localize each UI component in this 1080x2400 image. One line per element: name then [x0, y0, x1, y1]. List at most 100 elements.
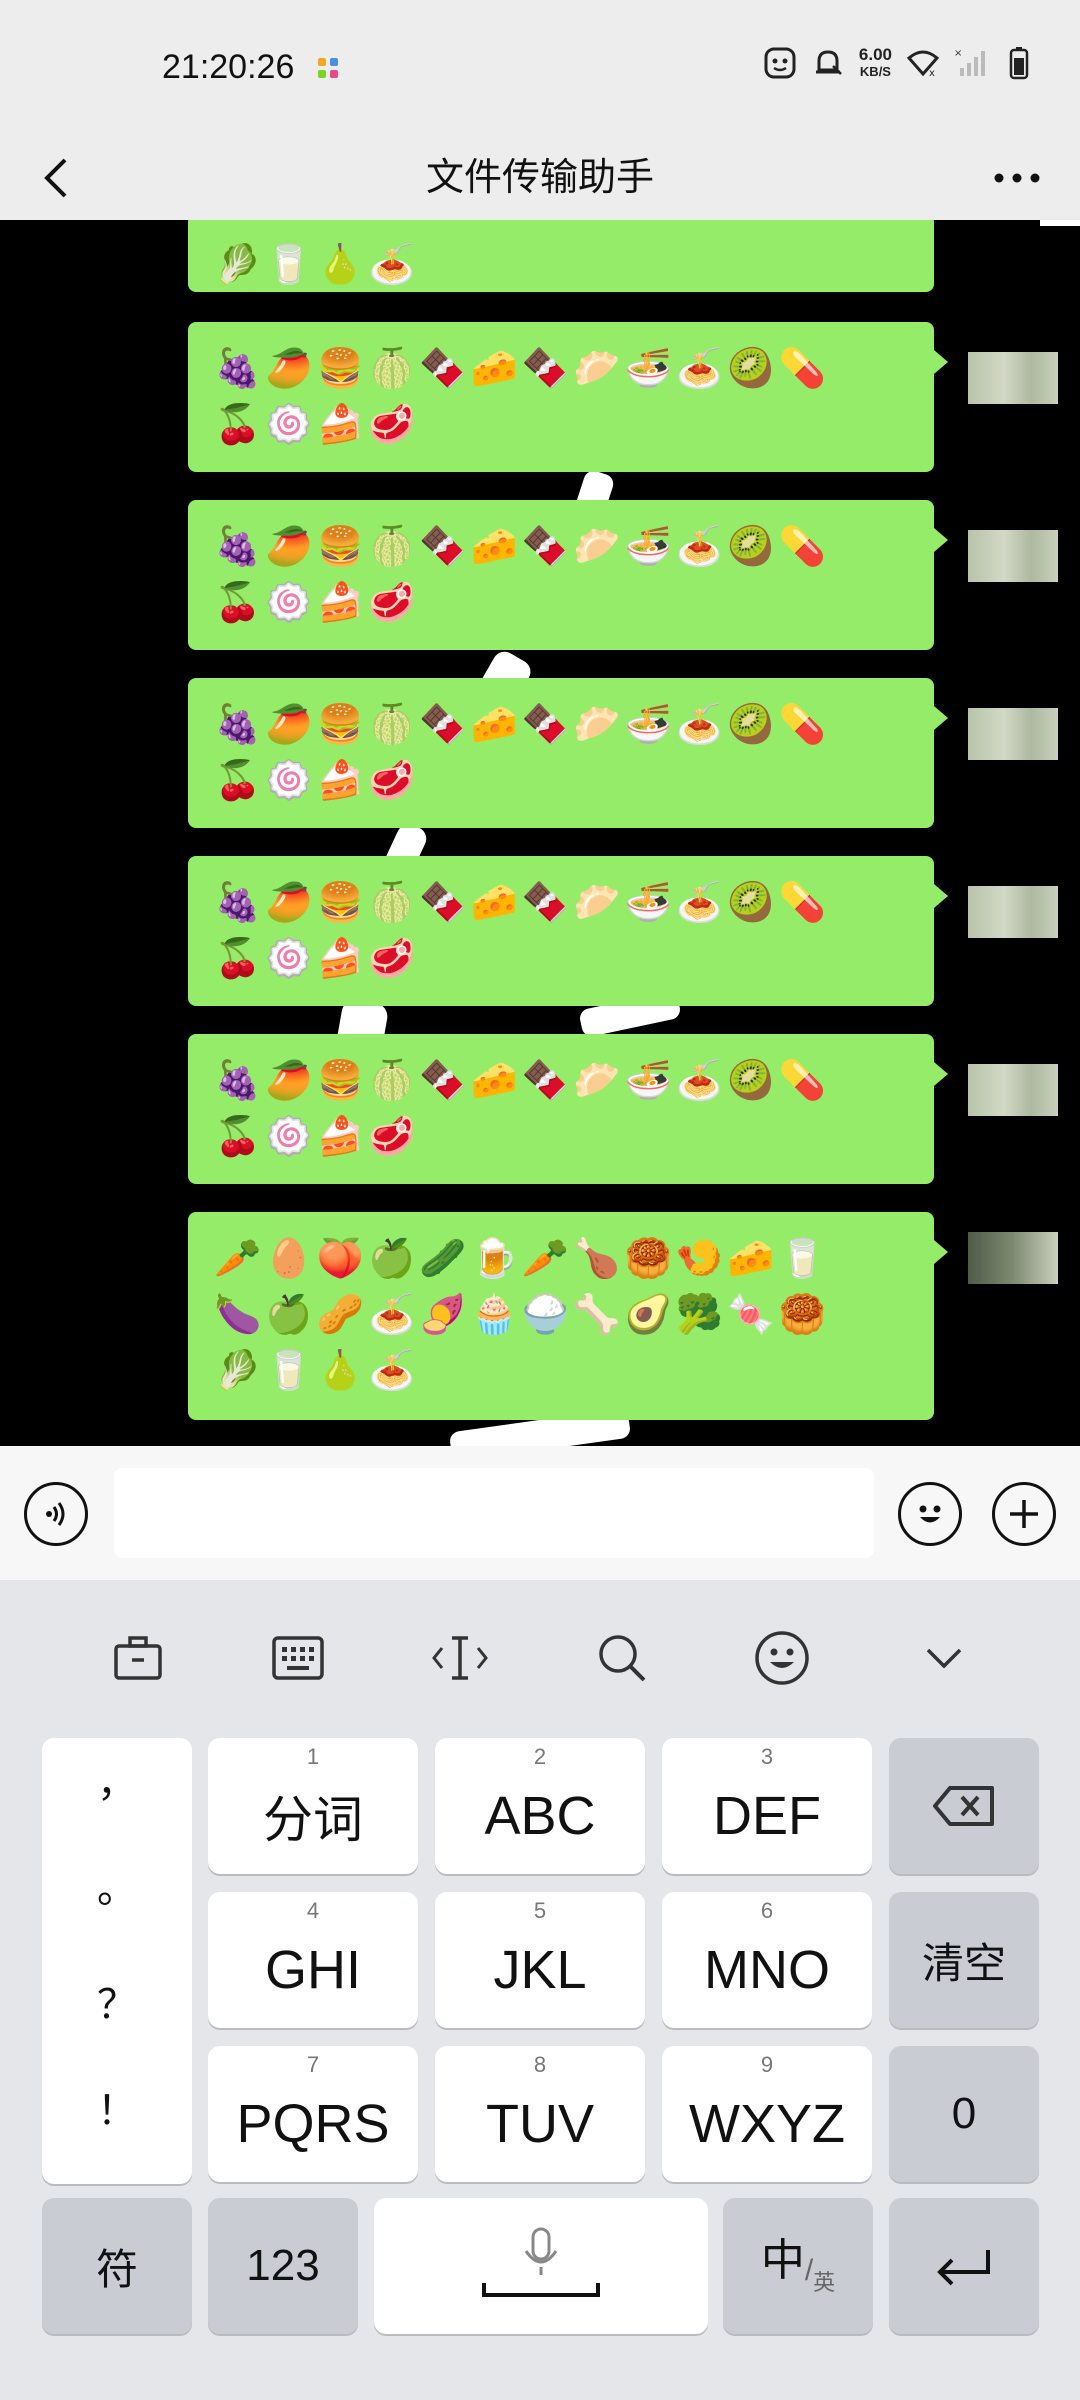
message-line: 🥬🥛🍐🍝 [214, 1348, 420, 1392]
numbers-key[interactable]: 123 [208, 2198, 358, 2334]
avatar[interactable] [968, 708, 1058, 760]
message-bubble[interactable]: 🥕🥚🍑🍏🥒🍺🥕🍗🥮🍤🧀🥛 🍆🍏🥜🍝🍠🧁🍚🦴🥑🥦🍬🥮 🥬🥛🍐🍝 [188, 1212, 948, 1420]
signal-icon: × [954, 48, 985, 76]
keyboard: ， 。 ？ ！ 1 分词 2 ABC 3 DEF 4 GHI 5 JKL 6 M… [0, 1580, 1080, 2400]
chat-area-corner [1040, 220, 1080, 226]
key-label: WXYZ [689, 2094, 845, 2154]
network-speed-unit: KB/S [859, 64, 891, 79]
space-key[interactable] [374, 2198, 708, 2334]
key-number: 2 [533, 1744, 547, 1769]
key-6[interactable]: 6 MNO [662, 1892, 872, 2028]
clear-key[interactable]: 清空 [889, 1892, 1039, 2028]
key-label: TUV [486, 2094, 594, 2154]
keyboard-emoji-button[interactable] [750, 1626, 814, 1690]
bell-muted-icon [815, 50, 842, 75]
app-notification-icon [318, 58, 338, 78]
more-functions-button[interactable] [992, 1482, 1056, 1546]
key-5[interactable]: 5 JKL [435, 1892, 645, 2028]
message-line: 🍒🍥🍰🥩 [214, 580, 420, 624]
status-time: 21:20:26 [162, 48, 295, 86]
hide-keyboard-button[interactable] [912, 1626, 976, 1690]
avatar[interactable] [968, 1232, 1058, 1284]
voice-input-button[interactable] [24, 1482, 88, 1546]
message-bubble[interactable]: 🍇🥭🍔🍈🍫🧀🍫🥟🍜🍝🥝💊 🍒🍥🍰🥩 [188, 678, 948, 828]
message-line: 🥬🥛🍐🍝 [214, 242, 420, 286]
svg-text:×: × [954, 48, 962, 59]
chat-messages-area[interactable]: 🥬🥛🍐🍝 🍇🥭🍔🍈🍫🧀🍫🥟🍜🍝🥝💊 🍒🍥🍰🥩 🍇🥭🍔🍈🍫🧀🍫🥟🍜🍝🥝💊 🍒🍥🍰🥩… [0, 220, 1080, 1446]
svg-text:x: x [929, 68, 935, 79]
keyboard-layout-button[interactable] [266, 1626, 330, 1690]
message-line: 🍇🥭🍔🍈🍫🧀🍫🥟🍜🍝🥝💊 [214, 880, 830, 924]
avatar[interactable] [968, 1064, 1058, 1116]
language-switch-key[interactable]: 中 / 英 [723, 2198, 873, 2334]
enter-icon [937, 2250, 990, 2286]
message-line: 🍆🍏🥜🍝🍠🧁🍚🦴🥑🥦🍬🥮 [214, 1292, 830, 1336]
more-dots-icon [994, 173, 1040, 183]
message-line: 🍇🥭🍔🍈🍫🧀🍫🥟🍜🍝🥝💊 [214, 1058, 830, 1102]
backspace-key[interactable] [889, 1738, 1039, 1874]
key-9[interactable]: 9 WXYZ [662, 2046, 872, 2182]
key-number: 1 [306, 1744, 320, 1769]
message-bubble[interactable]: 🍇🥭🍔🍈🍫🧀🍫🥟🍜🍝🥝💊 🍒🍥🍰🥩 [188, 500, 948, 650]
symbols-key[interactable]: 符 [42, 2198, 192, 2334]
key-number: 4 [306, 1898, 320, 1923]
microphone-icon [482, 2227, 600, 2297]
backspace-icon [933, 1786, 994, 1826]
keyboard-toolbar [0, 1580, 1080, 1730]
key-label: JKL [493, 1940, 587, 2000]
key-label: ABC [484, 1786, 596, 1846]
emoji-button[interactable] [898, 1482, 962, 1546]
language-slash: / [804, 2254, 814, 2287]
message-input[interactable] [114, 1468, 874, 1558]
key-number: 6 [760, 1898, 774, 1923]
key-label: DEF [713, 1786, 821, 1846]
more-options-button[interactable] [982, 142, 1052, 214]
punctuation-key[interactable]: ！ [42, 2078, 192, 2136]
key-1[interactable]: 1 分词 [208, 1738, 418, 1874]
language-sub-label: 英 [813, 2271, 836, 2296]
key-2[interactable]: 2 ABC [435, 1738, 645, 1874]
avatar[interactable] [968, 530, 1058, 582]
message-line: 🥕🥚🍑🍏🥒🍺🥕🍗🥮🍤🧀🥛 [214, 1236, 830, 1280]
cursor-control-button[interactable] [428, 1626, 492, 1690]
voice-icon [46, 1502, 65, 1526]
punctuation-key[interactable]: ？ [42, 1972, 192, 2030]
key-number: 5 [533, 1898, 547, 1923]
key-0[interactable]: 0 [889, 2046, 1039, 2182]
message-bubble[interactable]: 🍇🥭🍔🍈🍫🧀🍫🥟🍜🍝🥝💊 🍒🍥🍰🥩 [188, 856, 948, 1006]
key-label: PQRS [236, 2094, 390, 2154]
plus-icon [1010, 1500, 1038, 1528]
message-line: 🍇🥭🍔🍈🍫🧀🍫🥟🍜🍝🥝💊 [214, 702, 830, 746]
briefcase-icon [114, 1636, 162, 1680]
chat-title: 文件传输助手 [425, 155, 654, 199]
key-7[interactable]: 7 PQRS [208, 2046, 418, 2182]
network-speed-value: 6.00 [858, 45, 892, 64]
search-button[interactable] [590, 1626, 654, 1690]
keyboard-icon [272, 1636, 324, 1680]
enter-key[interactable] [889, 2198, 1039, 2334]
key-number: 9 [760, 2052, 774, 2077]
punctuation-key[interactable]: 。 [42, 1856, 192, 1914]
message-line: 🍒🍥🍰🥩 [214, 936, 420, 980]
chevron-down-icon [926, 1648, 962, 1669]
key-label: GHI [264, 1940, 361, 2000]
avatar[interactable] [968, 352, 1058, 404]
message-bubble[interactable]: 🍇🥭🍔🍈🍫🧀🍫🥟🍜🍝🥝💊 🍒🍥🍰🥩 [188, 1034, 948, 1184]
status-bar: 21:20:26 6.00 KB/S x × [0, 0, 1080, 136]
message-bubble[interactable]: 🥬🥛🍐🍝 [188, 220, 934, 292]
text-cursor-icon [432, 1636, 488, 1680]
message-bubble[interactable]: 🍇🥭🍔🍈🍫🧀🍫🥟🍜🍝🥝💊 🍒🍥🍰🥩 [188, 322, 948, 472]
key-4[interactable]: 4 GHI [208, 1892, 418, 2028]
wifi-icon: x [906, 50, 940, 79]
notification-app-icon [764, 47, 796, 79]
punctuation-key[interactable]: ， [42, 1750, 192, 1808]
search-icon [599, 1635, 646, 1682]
smiley-icon [919, 1505, 941, 1523]
smiley-icon [755, 1631, 809, 1685]
key-3[interactable]: 3 DEF [662, 1738, 872, 1874]
toolbox-button[interactable] [106, 1626, 170, 1690]
key-number: 8 [533, 2052, 547, 2077]
punctuation-list[interactable]: ， 。 ？ ！ [42, 1738, 192, 2184]
avatar[interactable] [968, 886, 1058, 938]
key-8[interactable]: 8 TUV [435, 2046, 645, 2182]
